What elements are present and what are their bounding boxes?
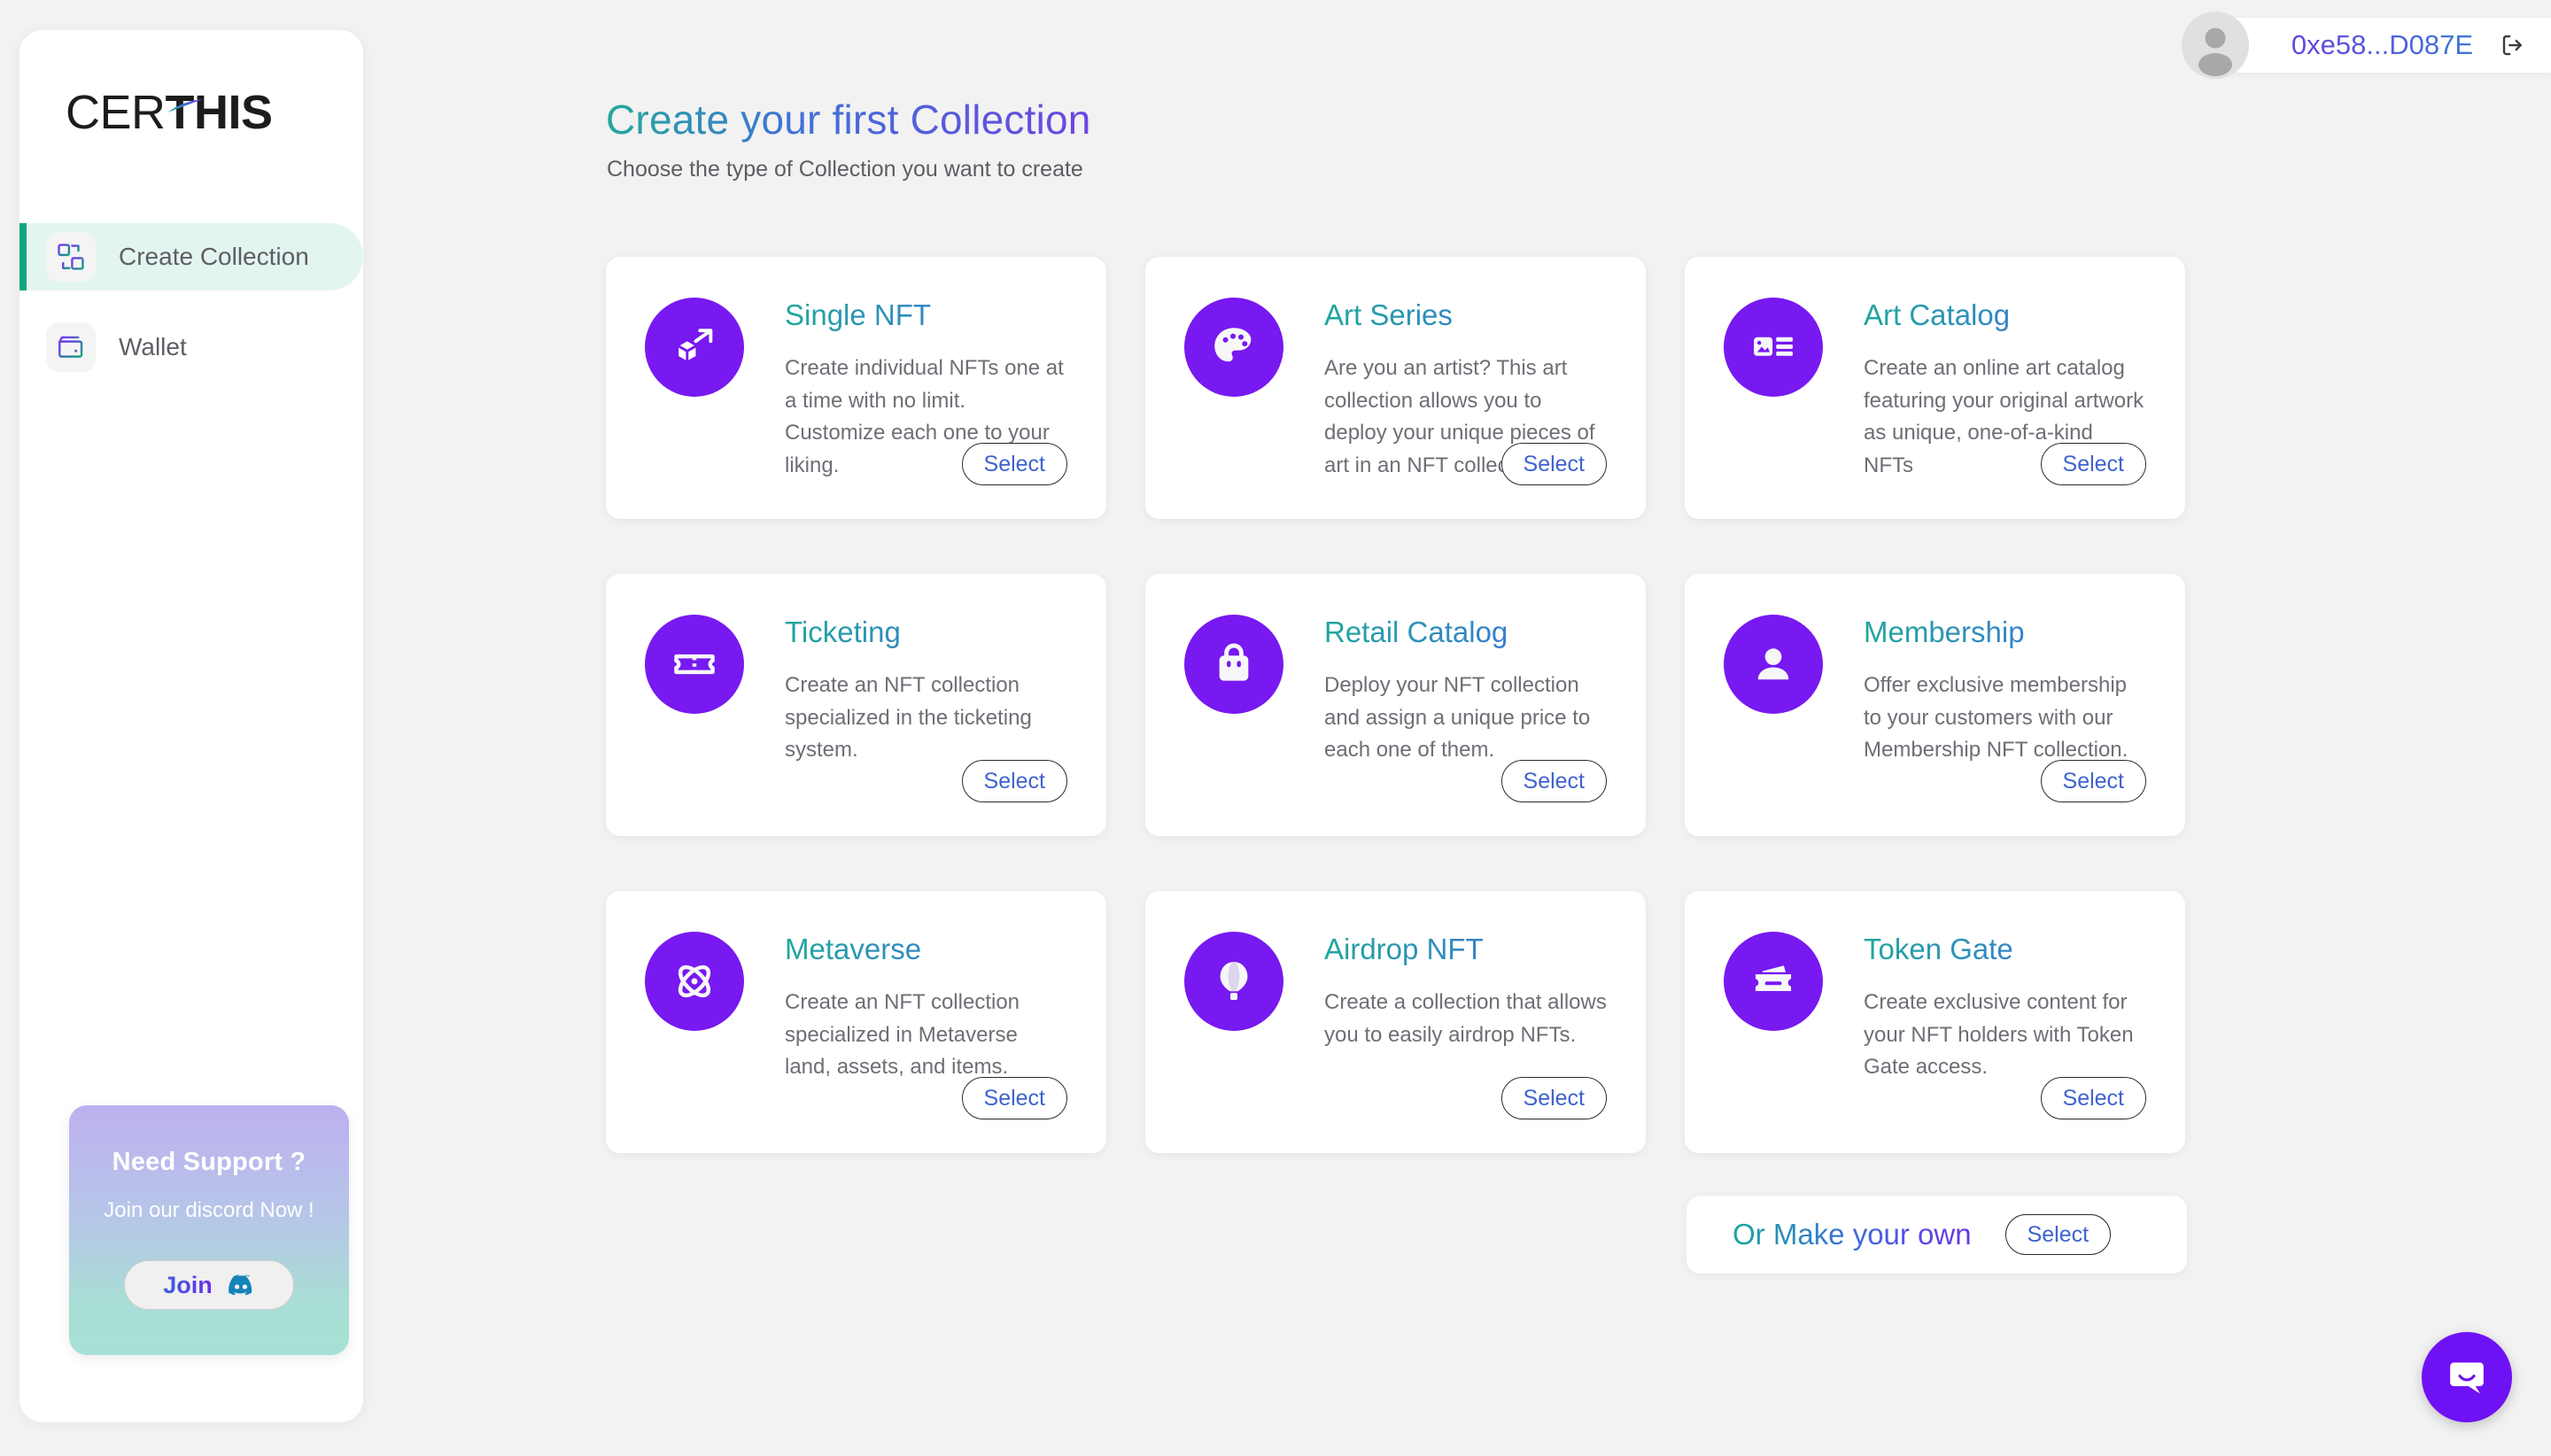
- brand-logo-light: CER: [66, 86, 166, 139]
- page-title: Create your first Collection: [606, 97, 1091, 143]
- tickets-icon: [1724, 932, 1823, 1031]
- sidebar-item-create-collection[interactable]: Create Collection: [19, 223, 363, 290]
- select-button[interactable]: Select: [961, 1077, 1067, 1119]
- app-root: CER THIS Create Collection Wallet Need S…: [0, 0, 2551, 1456]
- person-icon: [1724, 615, 1823, 714]
- select-button[interactable]: Select: [2040, 443, 2146, 485]
- sidebar-item-label: Create Collection: [119, 243, 309, 270]
- chat-launcher-button[interactable]: [2422, 1332, 2512, 1422]
- card-description: Create an NFT collection specialized in …: [785, 673, 1032, 763]
- wallet-icon: [46, 322, 96, 372]
- sidebar-nav: Create Collection Wallet: [19, 223, 363, 404]
- atom-icon: [645, 932, 744, 1031]
- collection-card-single-nft[interactable]: Single NFT Create individual NFTs one at…: [606, 257, 1106, 519]
- make-your-own-select-button[interactable]: Select: [2004, 1214, 2112, 1255]
- hot-air-balloon-icon: [1184, 932, 1283, 1031]
- card-title: Art Catalog: [1864, 298, 2146, 331]
- sidebar-item-wallet[interactable]: Wallet: [19, 314, 363, 381]
- card-title: Single NFT: [785, 298, 1067, 331]
- card-description: Offer exclusive membership to your custo…: [1864, 673, 2128, 763]
- card-description: Create an NFT collection specialized in …: [785, 990, 1020, 1080]
- card-body: Airdrop NFT Create a collection that all…: [1324, 932, 1607, 1153]
- make-your-own-card[interactable]: Or Make your own Select: [1686, 1196, 2187, 1274]
- select-button[interactable]: Select: [2040, 1077, 2146, 1119]
- select-button[interactable]: Select: [1500, 1077, 1607, 1119]
- ticket-icon: [645, 615, 744, 714]
- card-title: Airdrop NFT: [1324, 933, 1607, 965]
- brand-logo-bold-text: THIS: [165, 86, 274, 139]
- collection-card-art-catalog[interactable]: Art Catalog Create an online art catalog…: [1685, 257, 2185, 519]
- select-button[interactable]: Select: [1500, 760, 1607, 802]
- card-body: Token Gate Create exclusive content for …: [1864, 932, 2146, 1153]
- shopping-bag-icon: [1184, 615, 1283, 714]
- collection-card-ticketing[interactable]: Ticketing Create an NFT collection speci…: [606, 574, 1106, 836]
- join-discord-button[interactable]: Join: [124, 1260, 294, 1310]
- card-body: Art Catalog Create an online art catalog…: [1864, 298, 2146, 519]
- page-subtitle: Choose the type of Collection you want t…: [607, 157, 1083, 182]
- collection-card-token-gate[interactable]: Token Gate Create exclusive content for …: [1685, 891, 2185, 1153]
- collection-icon: [46, 232, 96, 282]
- brand-logo-bold: THIS: [165, 86, 274, 139]
- image-list-icon: [1724, 298, 1823, 397]
- support-card: Need Support ? Join our discord Now ! Jo…: [69, 1105, 349, 1355]
- card-title: Retail Catalog: [1324, 616, 1607, 648]
- collection-card-art-series[interactable]: Art Series Are you an artist? This art c…: [1145, 257, 1646, 519]
- select-button[interactable]: Select: [961, 443, 1067, 485]
- collection-card-metaverse[interactable]: Metaverse Create an NFT collection speci…: [606, 891, 1106, 1153]
- brand-logo-text: CER THIS: [66, 89, 273, 136]
- sidebar: CER THIS Create Collection Wallet Need S…: [19, 30, 363, 1422]
- card-description: Create a collection that allows you to e…: [1324, 990, 1607, 1047]
- card-title: Art Series: [1324, 298, 1607, 331]
- card-title: Ticketing: [785, 616, 1067, 648]
- card-body: Membership Offer exclusive membership to…: [1864, 615, 2146, 836]
- card-description: Create exclusive content for your NFT ho…: [1864, 990, 2134, 1080]
- select-button[interactable]: Select: [961, 760, 1067, 802]
- brand-logo[interactable]: CER THIS: [66, 85, 273, 140]
- card-title: Token Gate: [1864, 933, 2146, 965]
- make-your-own-label: Or Make your own: [1733, 1218, 1972, 1251]
- select-button[interactable]: Select: [2040, 760, 2146, 802]
- card-title: Membership: [1864, 616, 2146, 648]
- card-body: Art Series Are you an artist? This art c…: [1324, 298, 1607, 519]
- collection-card-retail-catalog[interactable]: Retail Catalog Deploy your NFT collectio…: [1145, 574, 1646, 836]
- support-title: Need Support ?: [112, 1148, 306, 1176]
- card-body: Retail Catalog Deploy your NFT collectio…: [1324, 615, 1607, 836]
- main-content: Create your first Collection Choose the …: [606, 0, 2551, 1456]
- cube-arrow-icon: [645, 298, 744, 397]
- card-title: Metaverse: [785, 933, 1067, 965]
- collection-type-grid: Single NFT Create individual NFTs one at…: [606, 257, 2187, 1153]
- palette-icon: [1184, 298, 1283, 397]
- collection-card-membership[interactable]: Membership Offer exclusive membership to…: [1685, 574, 2185, 836]
- sidebar-item-label: Wallet: [119, 333, 187, 360]
- collection-card-airdrop-nft[interactable]: Airdrop NFT Create a collection that all…: [1145, 891, 1646, 1153]
- select-button[interactable]: Select: [1500, 443, 1607, 485]
- card-body: Metaverse Create an NFT collection speci…: [785, 932, 1067, 1153]
- card-body: Ticketing Create an NFT collection speci…: [785, 615, 1067, 836]
- card-description: Deploy your NFT collection and assign a …: [1324, 673, 1591, 763]
- card-body: Single NFT Create individual NFTs one at…: [785, 298, 1067, 519]
- support-subtitle: Join our discord Now !: [104, 1198, 314, 1222]
- join-button-label: Join: [163, 1271, 213, 1298]
- discord-icon: [227, 1274, 255, 1296]
- chat-bubble-smile-icon: [2444, 1354, 2490, 1400]
